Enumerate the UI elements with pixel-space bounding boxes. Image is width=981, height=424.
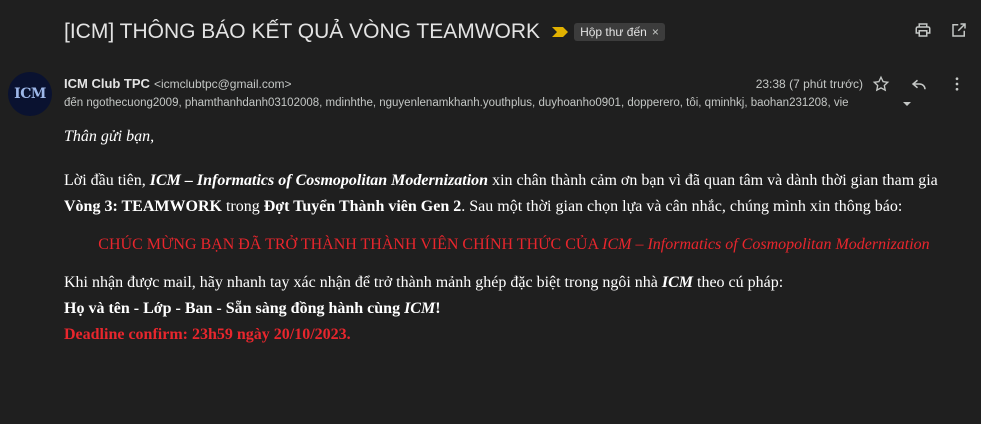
intro-club-name: ICM – Informatics of Cosmopolitan Modern… (149, 172, 489, 189)
syntax-line: Họ và tên - Lớp - Ban - Sẵn sàng đồng hà… (64, 300, 441, 317)
inbox-label-chip[interactable]: Hộp thư đến × (574, 23, 665, 41)
announce-club-name: ICM – Informatics of Cosmopolitan Modern… (602, 236, 930, 253)
instruct-club-name: ICM (661, 274, 693, 291)
intro-text-2: xin chân thành cảm ơn bạn vì đã quan tâm… (488, 172, 938, 189)
intro-round: Vòng 3: TEAMWORK (64, 198, 222, 215)
timestamp: 23:38 (7 phút trước) (755, 77, 863, 91)
sender-email: <icmclubtpc@gmail.com> (153, 77, 292, 91)
chevron-down-icon[interactable] (902, 99, 912, 109)
deadline-notice: Deadline confirm: 23h59 ngày 20/10/2023. (64, 326, 351, 343)
syntax-text-1: Họ và tên - Lớp - Ban - Sẵn sàng đồng hà… (64, 300, 405, 317)
intro-text-1: Lời đầu tiên, (64, 172, 150, 189)
avatar[interactable]: ICM (8, 72, 52, 116)
reply-icon[interactable] (909, 74, 929, 94)
syntax-text-2: ! (435, 300, 441, 317)
congratulation-announcement: CHÚC MỪNG BẠN ĐÃ TRỞ THÀNH THÀNH VIÊN CH… (64, 232, 964, 258)
remove-label-icon[interactable]: × (652, 25, 659, 39)
greeting: Thân gửi bạn, (64, 128, 155, 145)
syntax-club-name: ICM (404, 300, 436, 317)
intro-paragraph: Lời đầu tiên, ICM – Informatics of Cosmo… (64, 168, 964, 220)
instruction-paragraph: Khi nhận được mail, hãy nhanh tay xác nh… (64, 270, 964, 348)
email-subject: [ICM] THÔNG BÁO KẾT QUẢ VÒNG TEAMWORK (64, 20, 541, 43)
more-vert-icon[interactable] (947, 74, 967, 94)
avatar-logo: ICM (14, 86, 46, 102)
recipients-list[interactable]: đến ngothecuong2009, phamthanhdanh031020… (64, 97, 899, 109)
intro-text-4: . Sau một thời gian chọn lựa và cân nhắc… (461, 198, 903, 215)
star-icon[interactable] (871, 74, 891, 94)
instruct-text-2: theo cú pháp: (693, 274, 784, 291)
email-body: Thân gửi bạn, Lời đầu tiên, ICM – Inform… (64, 124, 964, 348)
announce-text: CHÚC MỪNG BẠN ĐÃ TRỞ THÀNH THÀNH VIÊN CH… (98, 236, 603, 253)
subject-row: [ICM] THÔNG BÁO KẾT QUẢ VÒNG TEAMWORK Hộ… (64, 14, 665, 50)
open-new-window-icon[interactable] (949, 20, 969, 40)
sender-name[interactable]: ICM Club TPC (64, 76, 150, 91)
inbox-label-text: Hộp thư đến (580, 25, 647, 39)
intro-text-3: trong (221, 198, 264, 215)
message-actions (871, 74, 967, 94)
sender-row: ICM Club TPC <icmclubtpc@gmail.com> (64, 76, 292, 91)
importance-marker-icon[interactable] (552, 27, 569, 37)
print-icon[interactable] (913, 20, 933, 40)
top-toolbar (913, 20, 969, 40)
instruct-text-1: Khi nhận được mail, hãy nhanh tay xác nh… (64, 274, 662, 291)
intro-batch: Đợt Tuyển Thành viên Gen 2 (263, 198, 462, 215)
